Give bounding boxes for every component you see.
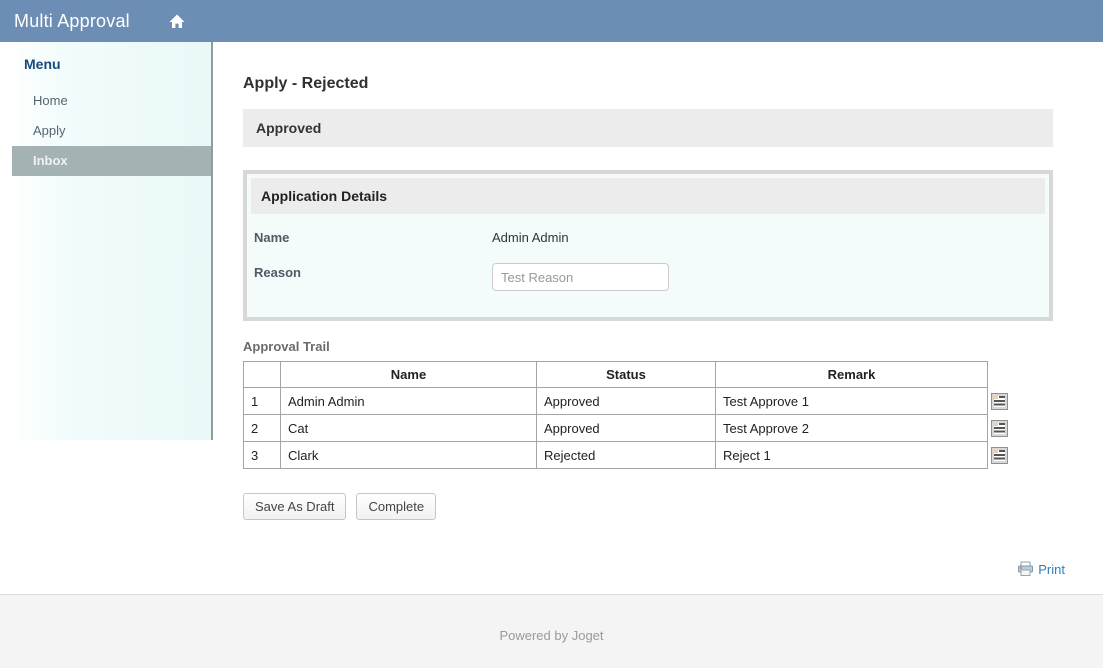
- cell-name: Clark: [281, 442, 537, 469]
- panel-title: Application Details: [251, 178, 1045, 214]
- sidebar-menu-panel: Menu Home Apply Inbox: [12, 42, 211, 440]
- menu-title: Menu: [12, 42, 211, 76]
- cell-remark: Test Approve 1: [716, 388, 988, 415]
- app-title: Multi Approval: [14, 11, 130, 32]
- approval-trail-label: Approval Trail: [243, 339, 1053, 354]
- grid-icon[interactable]: [991, 420, 1008, 437]
- cell-num: 2: [244, 415, 281, 442]
- col-header-num: [244, 362, 281, 388]
- sidebar-item-label: Home: [33, 93, 68, 108]
- main-content: Apply - Rejected Approved Application De…: [243, 42, 1053, 577]
- print-link[interactable]: Print: [1038, 562, 1065, 577]
- table-row: 3 Clark Rejected Reject 1: [244, 442, 988, 469]
- cell-remark: Reject 1: [716, 442, 988, 469]
- grid-icon[interactable]: [991, 393, 1008, 410]
- col-header-name: Name: [281, 362, 537, 388]
- reason-input[interactable]: [492, 263, 669, 291]
- cell-num: 3: [244, 442, 281, 469]
- grid-icon[interactable]: [991, 447, 1008, 464]
- sidebar-item-inbox[interactable]: Inbox: [12, 146, 211, 176]
- name-label: Name: [254, 228, 492, 245]
- col-header-remark: Remark: [716, 362, 988, 388]
- table-row: 2 Cat Approved Test Approve 2: [244, 415, 988, 442]
- cell-name: Cat: [281, 415, 537, 442]
- section-header-approved: Approved: [243, 109, 1053, 147]
- cell-status: Approved: [537, 388, 716, 415]
- menu-items: Home Apply Inbox: [12, 86, 211, 176]
- reason-label: Reason: [254, 263, 492, 280]
- powered-by-text: Powered by Joget: [499, 628, 603, 643]
- application-details-panel: Application Details Name Admin Admin Rea…: [243, 170, 1053, 321]
- field-row-name: Name Admin Admin: [247, 228, 1049, 245]
- sidebar-item-home[interactable]: Home: [12, 86, 211, 116]
- col-header-status: Status: [537, 362, 716, 388]
- form-buttons: Save As Draft Complete: [243, 493, 1053, 520]
- sidebar-item-apply[interactable]: Apply: [12, 116, 211, 146]
- cell-status: Rejected: [537, 442, 716, 469]
- cell-status: Approved: [537, 415, 716, 442]
- approval-trail-table: Name Status Remark 1 Admin Admin Approve…: [243, 361, 988, 469]
- app-header: Multi Approval: [0, 0, 1103, 42]
- sidebar-item-label: Apply: [33, 123, 66, 138]
- page-title: Apply - Rejected: [243, 75, 1053, 93]
- cell-num: 1: [244, 388, 281, 415]
- print-row: Print: [243, 561, 1065, 577]
- table-header-row: Name Status Remark: [244, 362, 988, 388]
- sidebar-item-label: Inbox: [33, 153, 68, 168]
- sidebar: Menu Home Apply Inbox: [0, 42, 213, 440]
- cell-name: Admin Admin: [281, 388, 537, 415]
- page-footer: Powered by Joget: [0, 594, 1103, 668]
- cell-remark: Test Approve 2: [716, 415, 988, 442]
- save-as-draft-button[interactable]: Save As Draft: [243, 493, 346, 520]
- name-value: Admin Admin: [492, 228, 569, 245]
- approval-trail: Name Status Remark 1 Admin Admin Approve…: [243, 361, 1053, 469]
- table-row: 1 Admin Admin Approved Test Approve 1: [244, 388, 988, 415]
- print-icon[interactable]: [1017, 561, 1034, 577]
- complete-button[interactable]: Complete: [356, 493, 436, 520]
- home-icon[interactable]: [168, 12, 186, 30]
- field-row-reason: Reason: [247, 263, 1049, 291]
